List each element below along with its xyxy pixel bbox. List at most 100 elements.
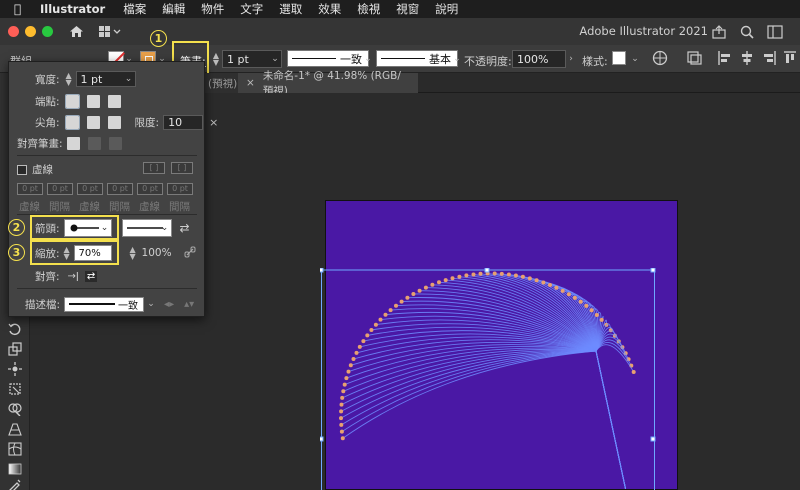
menu-effect[interactable]: 效果 [318, 1, 341, 17]
panel-layout-icon[interactable] [764, 22, 786, 42]
graphic-style-swatch[interactable] [612, 51, 626, 65]
flip-along-icon[interactable]: ◂▸ [164, 299, 174, 310]
menu-edit[interactable]: 編輯 [162, 1, 185, 17]
scale-highlight [30, 240, 119, 265]
mesh-tool-icon[interactable] [7, 441, 23, 457]
dash-caption-1: 虛線 [19, 201, 40, 213]
preserve-dash-icon[interactable]: [ ] [143, 162, 165, 174]
gap-field-1[interactable]: 0 pt [47, 183, 73, 195]
align-left-icon[interactable] [718, 51, 732, 65]
profile-chevron-icon[interactable]: ⌄ [363, 51, 373, 67]
opacity-label[interactable]: 不透明度: [464, 53, 512, 69]
opacity-field[interactable]: 100% [512, 50, 566, 68]
arrow-extend-beyond-icon[interactable]: →ǀ [68, 271, 79, 282]
dash-field-3[interactable]: 0 pt [137, 183, 163, 195]
menu-view[interactable]: 檢視 [357, 1, 380, 17]
profile-line-preview [69, 303, 116, 305]
gradient-tool-icon[interactable] [7, 461, 23, 477]
document-tab-active[interactable]: × 未命名-1* @ 41.98% (RGB/預視) [238, 70, 418, 97]
style-chevron-icon[interactable]: ⌄ [630, 51, 640, 67]
scale-tool-icon[interactable] [7, 341, 23, 357]
miter-join-button[interactable] [64, 115, 80, 130]
brush-value: 基本 [429, 52, 451, 66]
butt-cap-button[interactable] [64, 94, 80, 109]
opacity-value: 100% [517, 52, 549, 66]
opacity-chevron-icon[interactable]: › [566, 51, 576, 67]
recolor-artwork-icon[interactable] [652, 50, 668, 66]
gap-field-3[interactable]: 0 pt [167, 183, 193, 195]
profile-line-preview [292, 57, 336, 60]
free-transform-tool-icon[interactable] [7, 381, 23, 397]
close-window-button[interactable] [8, 26, 19, 37]
menu-type[interactable]: 文字 [240, 1, 263, 17]
stroke-weight-stepper[interactable]: ▲ ▼ [211, 52, 221, 67]
link-scale-icon[interactable] [184, 246, 196, 261]
cap-label: 端點: [35, 96, 60, 108]
share-icon[interactable] [708, 22, 730, 42]
align-top-icon[interactable] [784, 51, 796, 65]
align-arrow-label: 對齊: [35, 271, 60, 283]
apple-menu-icon[interactable]:  [14, 3, 26, 15]
limit-field[interactable]: 10 [163, 115, 204, 130]
annotation-badge-3: 3 [8, 244, 25, 261]
arrowheads-highlight [30, 215, 119, 240]
dash-field-1[interactable]: 0 pt [17, 183, 43, 195]
eyedropper-tool-icon[interactable] [7, 477, 23, 490]
menu-window[interactable]: 視窗 [396, 1, 419, 17]
profile-chevron-icon[interactable]: ⌄ [146, 296, 156, 312]
profile-select[interactable]: 一致 [64, 296, 145, 312]
stroke-weight-chevron-icon[interactable]: ⌄ [270, 51, 280, 67]
profile-value: 一致 [340, 52, 362, 66]
dashed-line-checkbox[interactable] [17, 164, 27, 175]
menu-select[interactable]: 選取 [279, 1, 302, 17]
rotate-tool-icon[interactable] [7, 321, 23, 337]
align-to-selection-icon[interactable] [686, 51, 702, 65]
dash-field-2[interactable]: 0 pt [77, 183, 103, 195]
macos-menubar:  Illustrator 檔案 編輯 物件 文字 選取 效果 檢視 視窗 說明 [0, 0, 800, 18]
menu-file[interactable]: 檔案 [123, 1, 146, 17]
brush-chevron-icon[interactable]: ⌄ [452, 51, 462, 67]
variable-width-profile[interactable]: 一致 [287, 50, 369, 67]
profile-label: 描述檔: [25, 298, 61, 311]
limit-label: 限度: [134, 117, 160, 129]
perspective-grid-tool-icon[interactable] [7, 421, 23, 437]
workspace-switcher-icon[interactable] [95, 22, 125, 42]
puppet-warp-tool-icon[interactable] [7, 361, 23, 377]
gap-field-2[interactable]: 0 pt [107, 183, 133, 195]
projecting-cap-button[interactable] [107, 95, 121, 108]
stroke-panel: 寬度: ▲ ▼ 1 pt ⌄ 端點: 尖角: 限度: 10 × 對齊筆畫: 虛線… [8, 61, 218, 317]
end-arrowhead-chevron-icon[interactable]: ⌄ [160, 220, 170, 236]
panel-divider-3 [17, 288, 197, 289]
align-stroke-inside-button[interactable] [87, 137, 101, 150]
close-tab-icon[interactable]: × [246, 77, 255, 89]
dash-caption-2: 虛線 [79, 201, 100, 213]
align-stroke-center-button[interactable] [66, 137, 80, 150]
shape-builder-tool-icon[interactable] [7, 401, 23, 417]
arrow-place-at-end-icon[interactable]: ⇄ [84, 271, 98, 282]
flip-across-icon[interactable]: ▴▾ [184, 299, 194, 310]
align-dash-icon[interactable]: [ ] [171, 162, 193, 174]
round-cap-button[interactable] [86, 95, 100, 108]
swap-arrowheads-icon[interactable]: ⇄ [180, 221, 190, 235]
align-stroke-outside-button[interactable] [108, 137, 122, 150]
end-scale-stepper[interactable]: ▲ ▼ [128, 246, 138, 261]
search-icon[interactable] [736, 22, 758, 42]
home-icon[interactable] [65, 22, 87, 42]
end-scale-value[interactable]: 100% [142, 247, 172, 259]
align-center-icon[interactable] [740, 51, 754, 65]
bevel-join-button[interactable] [107, 116, 121, 129]
menu-object[interactable]: 物件 [201, 1, 224, 17]
annotation-badge-1: 1 [150, 30, 167, 47]
align-right-icon[interactable] [762, 51, 776, 65]
brush-definition[interactable]: 基本 [376, 50, 458, 67]
weight-chevron-icon[interactable]: ⌄ [124, 71, 134, 87]
minimize-window-button[interactable] [25, 26, 36, 37]
menu-help[interactable]: 說明 [435, 1, 458, 17]
gap-caption-1: 間隔 [49, 201, 70, 213]
limit-close-icon[interactable]: × [209, 116, 218, 129]
weight-stepper[interactable]: ▲ ▼ [64, 72, 74, 87]
zoom-window-button[interactable] [42, 26, 53, 37]
round-join-button[interactable] [86, 116, 100, 129]
selection-bounding-box[interactable] [320, 268, 660, 490]
menu-app-name[interactable]: Illustrator [40, 2, 105, 16]
